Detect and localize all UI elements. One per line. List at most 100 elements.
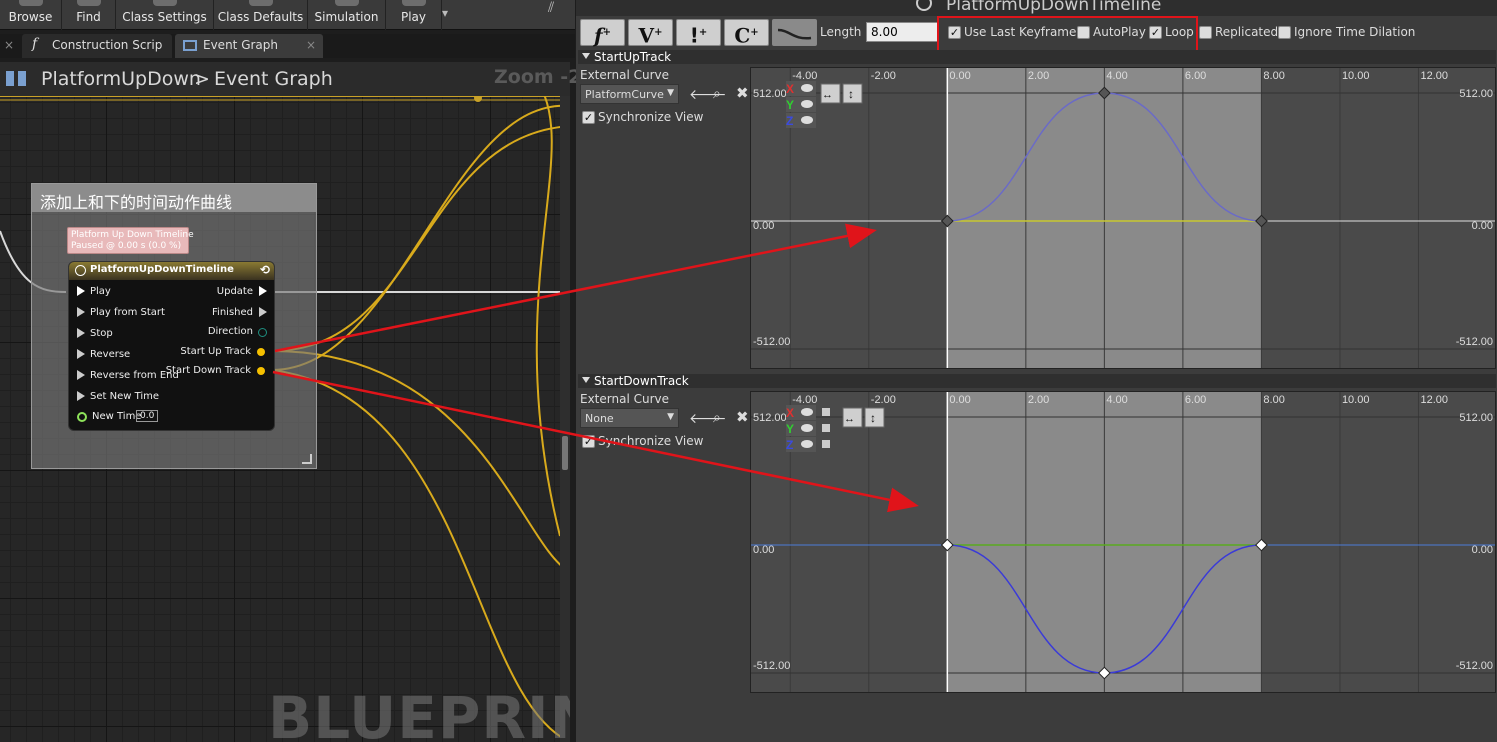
add-float-track-button[interactable]: f+ bbox=[580, 19, 625, 48]
curve-graph-startup[interactable]: -4.00 -2.00 0.00 2.00 4.00 6.00 8.00 10.00 12.00… bbox=[750, 67, 1496, 369]
direction-pin[interactable] bbox=[258, 328, 267, 337]
eye-icon bbox=[801, 84, 813, 92]
play-from-start-pin[interactable] bbox=[77, 307, 85, 317]
timeline-title-bar: PlatformUpDownTimeline bbox=[576, 0, 1497, 16]
simulation-button[interactable]: Simulation bbox=[308, 0, 386, 30]
synchronize-view-label: Synchronize View bbox=[598, 434, 704, 448]
eye-icon bbox=[801, 408, 813, 416]
comment-title[interactable]: 添加上和下的时间动作曲线 bbox=[32, 184, 316, 212]
find-button[interactable]: Find bbox=[62, 0, 116, 30]
add-vector-track-button[interactable]: V+ bbox=[628, 19, 673, 48]
y-mid-label: 0.00 bbox=[753, 220, 774, 232]
collapse-arrow-icon[interactable] bbox=[582, 377, 590, 383]
x-tick-label: 2.00 bbox=[1028, 394, 1049, 406]
x-tick-label: 6.00 bbox=[1185, 394, 1206, 406]
x-tick-label: 4.00 bbox=[1106, 394, 1127, 406]
use-selected-arrow-icon[interactable]: 🡐 bbox=[689, 410, 727, 427]
set-new-time-pin[interactable] bbox=[77, 391, 85, 401]
timeline-node-header[interactable]: PlatformUpDownTimeline ⟲ bbox=[69, 262, 274, 280]
lock-icon bbox=[822, 440, 830, 448]
x-tick-label: 12.00 bbox=[1420, 394, 1448, 406]
new-time-float-pin[interactable] bbox=[77, 412, 87, 422]
use-selected-arrow-icon[interactable]: 🡐 bbox=[689, 86, 727, 103]
use-last-keyframe-checkbox[interactable]: ✓ bbox=[948, 26, 961, 39]
main-toolbar: Browse Find Class Settings Class Default… bbox=[0, 0, 575, 30]
finished-exec-pin[interactable] bbox=[259, 307, 267, 317]
external-curve-dropdown[interactable]: None ▼ bbox=[580, 408, 679, 428]
track-header-startup[interactable]: StartUpTrack bbox=[578, 50, 1496, 64]
browse-button[interactable]: Browse bbox=[0, 0, 62, 30]
y-bottom-label-right: -512.00 bbox=[1456, 660, 1493, 672]
add-color-track-button[interactable]: C+ bbox=[724, 19, 769, 48]
close-tab-icon[interactable]: × bbox=[306, 38, 316, 52]
collapse-arrow-icon[interactable] bbox=[582, 53, 590, 59]
reroute-node[interactable] bbox=[474, 96, 482, 102]
replicated-checkbox[interactable] bbox=[1199, 26, 1212, 39]
update-exec-pin[interactable] bbox=[259, 286, 267, 296]
length-label: Length bbox=[820, 25, 862, 39]
graph-vertical-scrollbar[interactable] bbox=[560, 96, 570, 742]
close-tab-icon[interactable]: × bbox=[4, 38, 14, 52]
reverse-pin[interactable] bbox=[77, 349, 85, 359]
scrollbar-thumb[interactable] bbox=[562, 436, 568, 470]
eye-icon bbox=[801, 424, 813, 432]
autoplay-checkbox[interactable] bbox=[1077, 26, 1090, 39]
tab-event-graph[interactable]: Event Graph × bbox=[175, 34, 323, 58]
play-options-chevron-icon[interactable]: ▾ bbox=[442, 0, 464, 30]
external-curve-label: External Curve bbox=[580, 392, 670, 406]
clock-icon bbox=[75, 265, 86, 276]
eye-icon bbox=[801, 116, 813, 124]
toolbar-overflow-icon[interactable]: ⫽ bbox=[548, 0, 554, 16]
synchronize-view-checkbox[interactable]: ✓ bbox=[582, 111, 595, 124]
y-bottom-label: -512.00 bbox=[753, 660, 790, 672]
x-tick-label: 12.00 bbox=[1420, 70, 1448, 82]
loop-checkbox[interactable]: ✓ bbox=[1149, 26, 1162, 39]
blueprint-watermark: BLUEPRINT bbox=[268, 684, 570, 742]
curve-icon bbox=[777, 28, 811, 40]
x-tick-label: 4.00 bbox=[1106, 70, 1127, 82]
document-tabs: f Construction Scrip Event Graph × × bbox=[0, 34, 575, 58]
play-label: Play bbox=[400, 10, 427, 24]
pin-label-reverse: Reverse bbox=[90, 349, 131, 360]
start-down-track-pin[interactable] bbox=[257, 367, 265, 375]
synchronize-view-checkbox[interactable]: ✓ bbox=[582, 435, 595, 448]
breadcrumb-root[interactable]: PlatformUpDown bbox=[41, 68, 201, 90]
browse-search-icon[interactable]: ⌕ bbox=[713, 86, 721, 102]
play-icon bbox=[401, 0, 426, 6]
reverse-from-end-pin[interactable] bbox=[77, 370, 85, 380]
loop-icon: ⟲ bbox=[259, 263, 270, 277]
new-time-input[interactable]: 0.0 bbox=[136, 410, 159, 422]
resize-grip-icon[interactable] bbox=[302, 454, 312, 464]
start-up-track-pin[interactable] bbox=[257, 348, 265, 356]
play-button[interactable]: Play bbox=[386, 0, 442, 30]
x-tick-label: -2.00 bbox=[871, 70, 896, 82]
data-wire-right bbox=[535, 96, 561, 537]
add-event-track-label: ! bbox=[689, 23, 699, 48]
browse-search-icon[interactable]: ⌕ bbox=[713, 410, 721, 426]
synchronize-view-label: Synchronize View bbox=[598, 110, 704, 124]
add-event-track-button[interactable]: !+ bbox=[676, 19, 721, 48]
axis-y-label: Y bbox=[786, 422, 794, 436]
play-exec-pin[interactable] bbox=[77, 286, 85, 296]
external-curve-dropdown[interactable]: PlatformCurve ▼ bbox=[580, 84, 679, 104]
timeline-node[interactable]: PlatformUpDownTimeline ⟲ Play Play from … bbox=[68, 261, 275, 431]
add-curve-asset-button[interactable] bbox=[772, 19, 817, 46]
clock-icon bbox=[916, 0, 932, 11]
pin-label-play-from-start: Play from Start bbox=[90, 307, 165, 318]
blueprint-grid-icon bbox=[6, 71, 26, 86]
pin-label-play: Play bbox=[90, 286, 111, 297]
curve-graph-startdown[interactable]: -4.00 -2.00 0.00 2.00 4.00 6.00 8.00 10.00 12.00… bbox=[750, 391, 1496, 693]
ignore-time-dilation-checkbox[interactable] bbox=[1278, 26, 1291, 39]
curve-svg-startup: -4.00 -2.00 0.00 2.00 4.00 6.00 8.00 10.00 12.00… bbox=[751, 68, 1495, 368]
chevron-down-icon: ▼ bbox=[667, 88, 674, 98]
clear-x-icon[interactable]: ✖ bbox=[736, 408, 749, 426]
axis-z-label: Z bbox=[786, 114, 793, 128]
stop-pin[interactable] bbox=[77, 328, 85, 338]
tab-construction-script[interactable]: f Construction Scrip bbox=[22, 34, 172, 58]
track-header-startdown[interactable]: StartDownTrack bbox=[578, 374, 1496, 388]
clear-x-icon[interactable]: ✖ bbox=[736, 84, 749, 102]
class-defaults-button[interactable]: Class Defaults bbox=[214, 0, 308, 30]
length-input[interactable] bbox=[866, 22, 938, 42]
tooltip-line1: Platform Up Down Timeline bbox=[71, 230, 194, 240]
class-settings-button[interactable]: Class Settings bbox=[116, 0, 214, 30]
